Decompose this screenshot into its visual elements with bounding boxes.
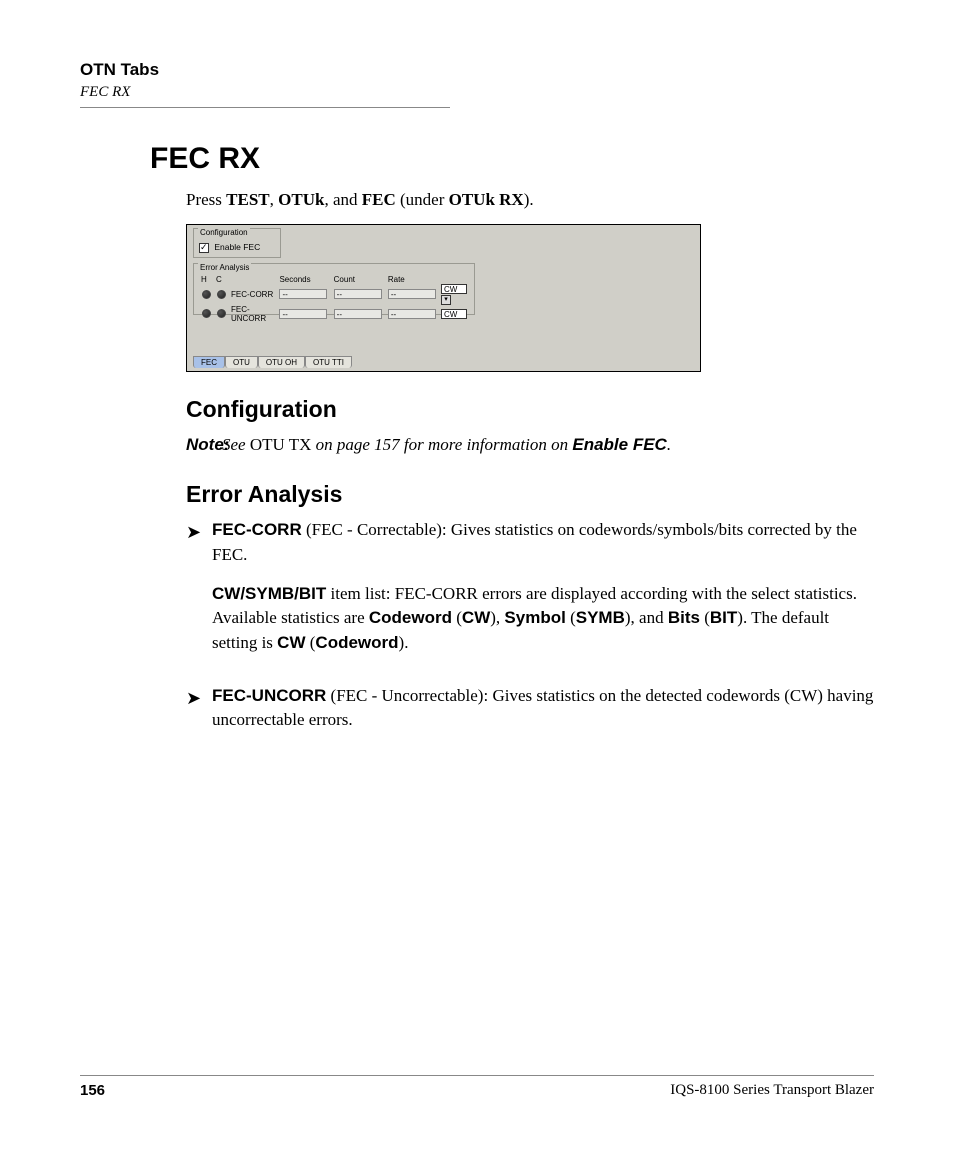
fec-corr-row: FEC-CORR -- -- -- CW▾: [199, 284, 469, 305]
product-name: IQS-8100 Series Transport Blazer: [670, 1082, 874, 1099]
page-title: FEC RX: [150, 142, 874, 176]
enable-fec-checkbox[interactable]: [199, 243, 209, 253]
running-header: OTN Tabs FEC RX: [80, 60, 874, 108]
list-item: ➤ FEC-UNCORR (FEC - Uncorrectable): Give…: [186, 684, 874, 747]
fec-uncorr-row: FEC-UNCORR -- -- -- CW: [199, 305, 469, 323]
seconds-field[interactable]: --: [279, 309, 327, 319]
configuration-heading: Configuration: [186, 396, 874, 423]
header-rule: [80, 107, 450, 108]
header-section: FEC RX: [80, 84, 874, 101]
pointer-icon: ➤: [186, 518, 212, 669]
embedded-ui-screenshot: Configuration Enable FEC Error Analysis …: [186, 224, 701, 372]
tab-fec[interactable]: FEC: [193, 356, 225, 368]
chevron-down-icon[interactable]: ▾: [441, 295, 451, 305]
rate-field[interactable]: --: [388, 289, 436, 299]
h-led-icon: [202, 290, 211, 299]
error-analysis-table: H C Seconds Count Rate FEC-CORR -- --: [199, 275, 469, 323]
tab-otu-oh[interactable]: OTU OH: [258, 356, 305, 368]
ui-tabstrip: FEC OTU OTU OH OTU TTI: [193, 356, 352, 368]
page-number: 156: [80, 1082, 105, 1099]
intro-paragraph: Press TEST, OTUk, and FEC (under OTUk RX…: [186, 188, 874, 212]
error-analysis-group: Error Analysis H C Seconds Count Rate: [193, 263, 475, 315]
enable-fec-label: Enable FEC: [214, 242, 260, 252]
bullet-list: ➤ FEC-CORR (FEC - Correctable): Gives st…: [186, 518, 874, 746]
header-chapter: OTN Tabs: [80, 60, 874, 80]
count-field[interactable]: --: [334, 309, 382, 319]
rate-field[interactable]: --: [388, 309, 436, 319]
seconds-field[interactable]: --: [279, 289, 327, 299]
cw-box: CW: [441, 309, 467, 319]
config-group-title: Configuration: [198, 228, 250, 237]
cw-select[interactable]: CW: [441, 284, 467, 294]
tab-otu-tti[interactable]: OTU TTI: [305, 356, 352, 368]
pointer-icon: ➤: [186, 684, 212, 747]
c-led-icon: [217, 290, 226, 299]
config-group: Configuration Enable FEC: [193, 228, 281, 258]
footer-rule: [80, 1075, 874, 1076]
c-led-icon: [217, 309, 226, 318]
tab-otu[interactable]: OTU: [225, 356, 258, 368]
error-analysis-heading: Error Analysis: [186, 481, 874, 508]
h-led-icon: [202, 309, 211, 318]
error-analysis-group-title: Error Analysis: [198, 263, 251, 272]
count-field[interactable]: --: [334, 289, 382, 299]
page-footer: 156 IQS-8100 Series Transport Blazer: [80, 1075, 874, 1099]
note-paragraph: Note: See OTU TX on page 157 for more in…: [150, 433, 874, 458]
note-label: Note:: [150, 433, 222, 458]
list-item: ➤ FEC-CORR (FEC - Correctable): Gives st…: [186, 518, 874, 669]
